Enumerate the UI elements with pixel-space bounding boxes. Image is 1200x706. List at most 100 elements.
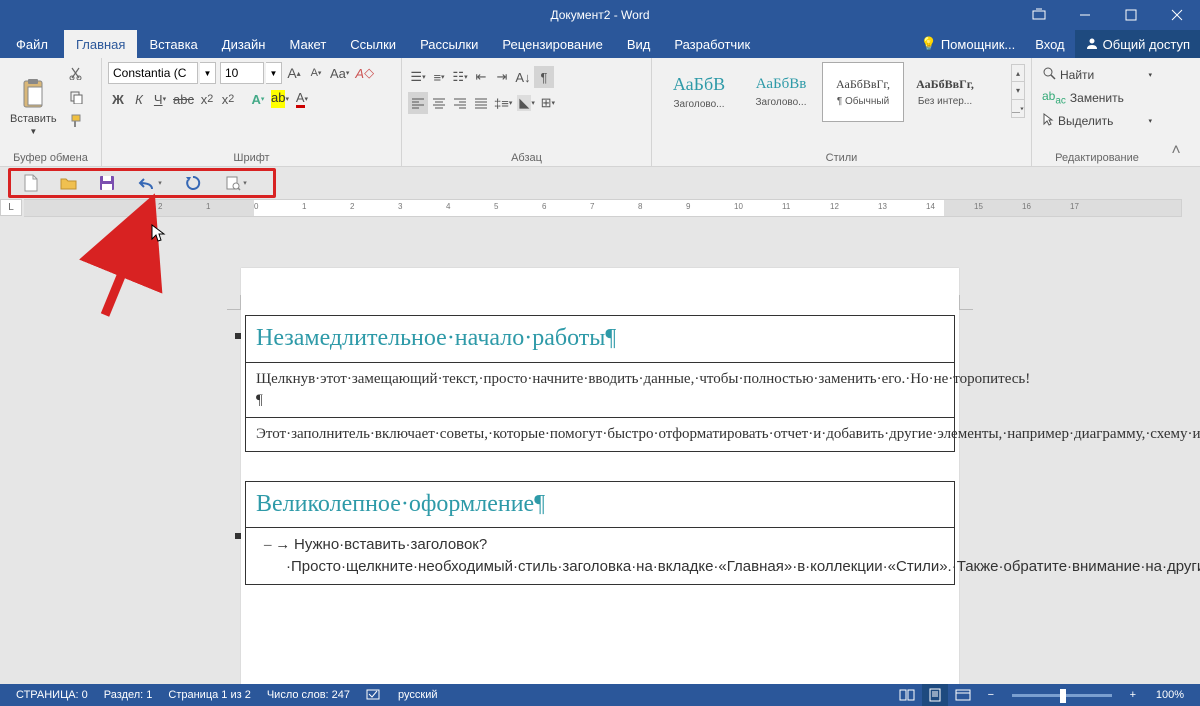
qat-print-preview-button[interactable]: ▾ [219,172,253,194]
signin-button[interactable]: Вход [1025,30,1074,58]
bold-button[interactable]: Ж [108,88,128,110]
replace-button[interactable]: abac Заменить [1038,87,1156,108]
minimize-button[interactable] [1062,0,1108,30]
increase-indent-button[interactable]: ⇥ [492,66,512,88]
view-web-button[interactable] [950,684,976,706]
tab-references[interactable]: Ссылки [338,30,408,58]
qat-undo-button[interactable]: ▾ [133,172,167,194]
page[interactable]: Незамедлительное·начало·работы¶ Щелкнув·… [241,268,959,684]
tab-developer[interactable]: Разработчик [662,30,762,58]
font-size-dropdown[interactable]: ▼ [266,62,282,84]
zoom-in-button[interactable]: + [1120,684,1146,706]
change-case-button[interactable]: Aa▾ [328,62,351,84]
borders-button[interactable]: ⊞▾ [538,92,558,114]
italic-button[interactable]: К [129,88,149,110]
sort-button[interactable]: A↓ [513,66,533,88]
body-cell-3[interactable]: – → Нужно·вставить·заголовок?·Просто·щел… [245,527,955,585]
bullets-button[interactable]: ☰▾ [408,66,428,88]
select-button[interactable]: Выделить ▾ [1038,110,1156,131]
copy-button[interactable] [65,86,87,108]
zoom-level[interactable]: 100% [1148,689,1192,701]
titlebar: Документ2 - Word [0,0,1200,30]
zoom-slider[interactable] [1012,694,1112,697]
heading-cell-1[interactable]: Незамедлительное·начало·работы¶ [245,315,955,363]
tab-insert[interactable]: Вставка [137,30,209,58]
tab-review[interactable]: Рецензирование [490,30,614,58]
sb-language[interactable]: русский [390,689,445,701]
strikethrough-button[interactable]: abc [171,88,196,110]
font-name-dropdown[interactable]: ▼ [200,62,216,84]
format-painter-button[interactable] [65,110,87,132]
style-item-3[interactable]: АаБбВвГг,Без интер... [904,62,986,122]
share-button[interactable]: Общий доступ [1075,30,1200,58]
font-name-select[interactable] [108,62,198,84]
tab-home[interactable]: Главная [64,30,137,58]
grow-font-button[interactable]: A▴ [284,62,304,84]
decrease-indent-button[interactable]: ⇤ [471,66,491,88]
close-button[interactable] [1154,0,1200,30]
sb-words[interactable]: Число слов: 247 [259,689,358,701]
shrink-font-button[interactable]: A▾ [306,62,326,84]
styles-more[interactable]: ⎽▾ [1011,100,1025,118]
tab-layout[interactable]: Макет [277,30,338,58]
line-spacing-button[interactable]: ‡≡▾ [492,92,514,114]
clear-formatting-button[interactable]: A◇ [353,62,376,84]
tab-design[interactable]: Дизайн [210,30,278,58]
sb-section[interactable]: Раздел: 1 [96,689,161,701]
tab-file[interactable]: Файл [0,30,64,58]
ribbon-display-options-button[interactable] [1016,0,1062,30]
style-item-2[interactable]: АаБбВвГг,¶ Обычный [822,62,904,122]
numbering-button[interactable]: ≡▾ [429,66,449,88]
multilevel-button[interactable]: ☷▾ [450,66,470,88]
zoom-out-button[interactable]: − [978,684,1004,706]
group-editing: Найти ▾ abac Заменить Выделить ▾ Редакти… [1032,58,1162,166]
sb-page[interactable]: СТРАНИЦА: 0 [8,689,96,701]
styles-row-up[interactable]: ▴ [1011,64,1025,82]
cut-button[interactable] [65,62,87,84]
group-clipboard: Вставить ▼ Буфер обмена [0,58,102,166]
replace-icon: abac [1042,89,1066,106]
view-read-button[interactable] [894,684,920,706]
align-left-button[interactable] [408,92,428,114]
lightbulb-icon: 💡 [921,36,937,52]
qat-open-button[interactable] [57,172,81,194]
shading-button[interactable]: ◣▾ [515,92,537,114]
view-print-button[interactable] [922,684,948,706]
align-right-button[interactable] [450,92,470,114]
qat-save-button[interactable] [95,172,119,194]
maximize-button[interactable] [1108,0,1154,30]
style-item-0[interactable]: АаБбВЗаголово... [658,62,740,122]
show-hide-button[interactable]: ¶ [534,66,554,88]
qat-new-button[interactable] [19,172,43,194]
paste-button[interactable]: Вставить ▼ [6,62,61,150]
underline-button[interactable]: Ч▾ [150,88,170,110]
tab-view[interactable]: Вид [615,30,663,58]
highlight-button[interactable]: ab▾ [269,88,291,110]
subscript-button[interactable]: x2 [197,88,217,110]
sb-page-of[interactable]: Страница 1 из 2 [160,689,258,701]
font-size-select[interactable] [220,62,264,84]
find-button[interactable]: Найти ▾ [1038,64,1156,85]
heading-cell-2[interactable]: Великолепное·оформление¶ [245,481,955,529]
person-icon [1085,36,1099,53]
group-paragraph: ☰▾ ≡▾ ☷▾ ⇤ ⇥ A↓ ¶ [402,58,652,166]
horizontal-ruler[interactable]: 2101234567891011121314151617 [24,199,1182,217]
align-center-button[interactable] [429,92,449,114]
body-cell-1[interactable]: Щелкнув·этот·замещающий·текст,·просто·на… [245,362,955,418]
cursor-icon [1042,112,1054,129]
cursor-annotation [150,223,168,248]
font-color-button[interactable]: A▾ [292,88,312,110]
superscript-button[interactable]: x2 [218,88,238,110]
styles-row-down[interactable]: ▾ [1011,82,1025,100]
tell-me-search[interactable]: 💡 Помощник... [911,30,1026,58]
body-cell-2[interactable]: Этот·заполнитель·включает·советы,·которы… [245,417,955,452]
text-effects-button[interactable]: A▾ [248,88,268,110]
clipboard-icon [18,77,48,111]
qat-repeat-button[interactable] [181,172,205,194]
document-area: Незамедлительное·начало·работы¶ Щелкнув·… [0,218,1200,684]
sb-proofing[interactable] [358,687,390,704]
justify-button[interactable] [471,92,491,114]
collapse-ribbon-button[interactable]: ˄ [1162,58,1190,166]
style-item-1[interactable]: АаБбВвЗаголово... [740,62,822,122]
tab-mailings[interactable]: Рассылки [408,30,490,58]
